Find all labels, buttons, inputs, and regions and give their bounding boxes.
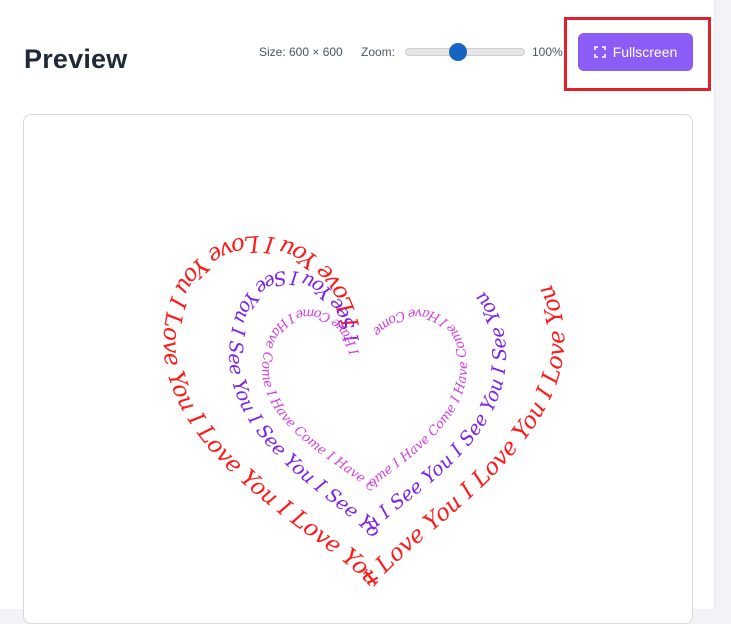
fullscreen-button-label: Fullscreen (612, 44, 678, 60)
preview-canvas: I Love You I Love You I Love You I Love … (23, 114, 693, 624)
heart-ring-outer: I Love You I Love You I Love You I Love … (157, 230, 570, 596)
heart-ring-outer-text: I Love You I Love You I Love You I Love … (157, 230, 570, 596)
zoom-slider[interactable] (405, 43, 525, 61)
zoom-value: 100% (532, 45, 563, 59)
zoom-label: Zoom: (361, 45, 396, 59)
heart-text-art: I Love You I Love You I Love You I Love … (157, 230, 570, 596)
page-title: Preview (24, 44, 128, 74)
expand-corners-icon (593, 46, 606, 58)
canvas-size-label: Size: 600 × 600 (259, 45, 343, 59)
zoom-slider-thumb[interactable] (449, 43, 467, 61)
fullscreen-button[interactable]: Fullscreen (578, 33, 693, 71)
preview-panel: Preview Size: 600 × 600 Zoom: 100% Fulls… (0, 0, 715, 624)
